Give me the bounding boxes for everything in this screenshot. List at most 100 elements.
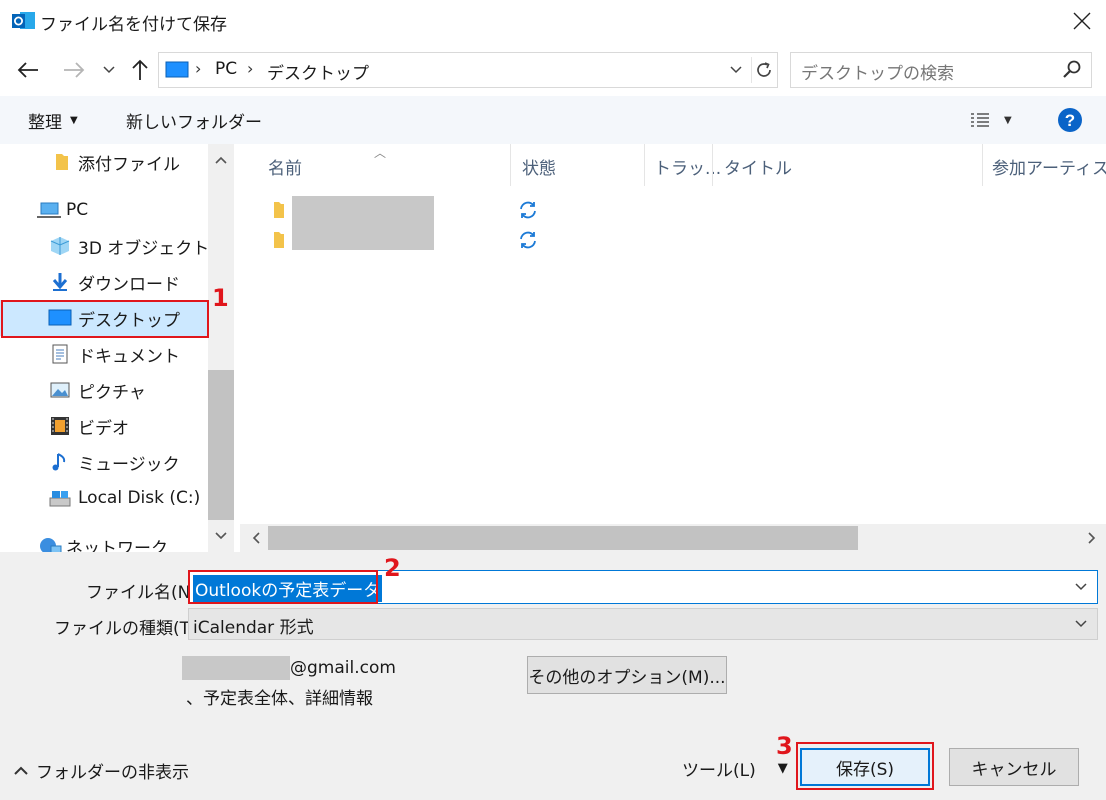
column-divider xyxy=(644,144,645,186)
more-options-button[interactable]: その他のオプション(M)... xyxy=(527,656,727,694)
scroll-left-button[interactable] xyxy=(244,526,268,550)
address-bar[interactable]: › PC › デスクトップ xyxy=(158,52,778,88)
hide-folders-button[interactable]: フォルダーの非表示 xyxy=(14,758,189,783)
filetype-dropdown-button[interactable] xyxy=(1071,612,1091,636)
tools-button[interactable]: ツール(L) ▼ xyxy=(682,756,788,781)
search-icon[interactable] xyxy=(1061,59,1083,81)
up-button[interactable] xyxy=(126,56,154,84)
scroll-down-button[interactable] xyxy=(208,524,234,548)
picture-icon xyxy=(50,382,70,398)
document-icon xyxy=(52,344,68,364)
recent-locations-button[interactable] xyxy=(98,56,120,84)
nav-item-downloads[interactable]: ダウンロード xyxy=(0,264,208,300)
column-divider xyxy=(510,144,511,186)
filetype-label: ファイルの種類(T): xyxy=(54,619,203,639)
refresh-button[interactable] xyxy=(751,57,775,83)
desktop-icon xyxy=(165,61,189,79)
nav-item-3d-objects[interactable]: 3D オブジェクト xyxy=(0,228,210,264)
address-dropdown-button[interactable] xyxy=(725,57,747,83)
step-2-number: 2 xyxy=(384,554,401,582)
sort-ascending-icon: ︿ xyxy=(374,146,387,160)
redacted-filename xyxy=(292,224,434,250)
nav-scrollbar[interactable] xyxy=(208,144,234,552)
nav-item-music[interactable]: ミュージック xyxy=(0,444,208,480)
arrow-up-icon xyxy=(132,59,148,80)
nav-item-attachments[interactable]: 添付ファイル xyxy=(0,144,208,180)
folder-icon xyxy=(274,232,284,248)
organize-label: 整理 xyxy=(28,112,62,133)
organize-button[interactable]: 整理 ▼ xyxy=(18,106,88,134)
video-icon xyxy=(51,417,69,435)
nav-item-network[interactable]: ネットワーク xyxy=(0,528,208,552)
horizontal-scroll-thumb[interactable] xyxy=(268,526,858,550)
nav-item-label: PC xyxy=(66,200,89,220)
new-folder-label: 新しいフォルダー xyxy=(126,112,262,133)
nav-item-label: 3D オブジェクト xyxy=(78,238,210,259)
back-button[interactable] xyxy=(12,56,44,84)
scroll-right-button[interactable] xyxy=(1080,526,1104,550)
nav-item-videos[interactable]: ビデオ xyxy=(0,408,208,444)
sync-icon xyxy=(520,201,536,219)
hide-folders-label: フォルダーの非表示 xyxy=(36,763,189,783)
search-input[interactable]: デスクトップの検索 xyxy=(790,52,1092,88)
step-1-highlight xyxy=(1,300,209,338)
chevron-down-icon xyxy=(215,532,227,540)
column-divider xyxy=(982,144,983,186)
nav-item-label: 添付ファイル xyxy=(78,154,180,175)
horizontal-scrollbar[interactable] xyxy=(240,524,1106,552)
list-item[interactable] xyxy=(266,196,766,224)
column-divider xyxy=(712,144,713,186)
close-button[interactable] xyxy=(1062,4,1102,38)
column-header-name[interactable]: 名前 xyxy=(268,154,302,179)
breadcrumb-desktop[interactable]: デスクトップ xyxy=(267,59,369,84)
cancel-button[interactable]: キャンセル xyxy=(949,748,1079,786)
filetype-select[interactable]: iCalendar 形式 xyxy=(188,608,1098,640)
3d-objects-icon xyxy=(50,237,70,255)
step-3-number: 3 xyxy=(776,732,793,760)
column-header-artist[interactable]: 参加アーティスト xyxy=(992,154,1106,179)
details-view-icon xyxy=(971,113,989,127)
close-icon xyxy=(1073,12,1091,30)
step-2-highlight xyxy=(188,570,378,604)
filetype-value: iCalendar 形式 xyxy=(193,618,314,638)
svg-text:?: ? xyxy=(1065,111,1075,130)
outlook-app-icon xyxy=(12,10,36,32)
list-item[interactable] xyxy=(266,224,766,254)
download-icon xyxy=(52,273,68,291)
nav-item-label: ピクチャ xyxy=(78,382,146,403)
save-button[interactable]: 保存(S) xyxy=(800,748,930,786)
chevron-left-icon xyxy=(252,532,260,544)
nav-item-label: ダウンロード xyxy=(78,274,180,295)
breadcrumb-chevron-icon: › xyxy=(247,59,254,78)
nav-item-label: ミュージック xyxy=(78,454,180,475)
caret-down-icon: ▼ xyxy=(1004,114,1012,126)
nav-scroll-thumb[interactable] xyxy=(208,370,234,520)
chevron-up-icon xyxy=(215,156,227,164)
disk-icon xyxy=(49,491,71,507)
chevron-up-icon xyxy=(14,766,28,775)
nav-item-pictures[interactable]: ピクチャ xyxy=(0,372,208,408)
nav-item-label: ネットワーク xyxy=(66,538,168,553)
nav-item-local-disk[interactable]: Local Disk (C:) xyxy=(0,480,208,516)
breadcrumb-pc[interactable]: PC xyxy=(215,59,237,79)
tools-label: ツール(L) xyxy=(682,761,756,781)
refresh-icon xyxy=(756,62,771,77)
export-detail-text: 、予定表全体、詳細情報 xyxy=(186,689,373,709)
change-view-button[interactable]: ▼ xyxy=(960,106,1024,134)
forward-button[interactable] xyxy=(58,56,90,84)
breadcrumb-chevron-icon: › xyxy=(195,59,202,78)
navigation-pane: 添付ファイル PC 3D オブジェクト ダウンロード デスクトップ ドキュメント… xyxy=(0,144,234,552)
window-title: ファイル名を付けて保存 xyxy=(40,15,227,35)
nav-item-documents[interactable]: ドキュメント xyxy=(0,336,208,372)
column-header-title[interactable]: タイトル xyxy=(724,154,792,179)
search-placeholder: デスクトップの検索 xyxy=(801,64,954,84)
scroll-up-button[interactable] xyxy=(208,148,234,172)
chevron-down-icon xyxy=(1075,583,1087,591)
filename-dropdown-button[interactable] xyxy=(1071,575,1091,599)
new-folder-button[interactable]: 新しいフォルダー xyxy=(116,106,272,134)
chevron-down-icon xyxy=(103,66,115,74)
column-header-status[interactable]: 状態 xyxy=(522,154,556,179)
nav-item-pc[interactable]: PC xyxy=(0,192,208,228)
caret-down-icon: ▼ xyxy=(70,114,78,126)
help-button[interactable]: ? xyxy=(1056,106,1084,134)
